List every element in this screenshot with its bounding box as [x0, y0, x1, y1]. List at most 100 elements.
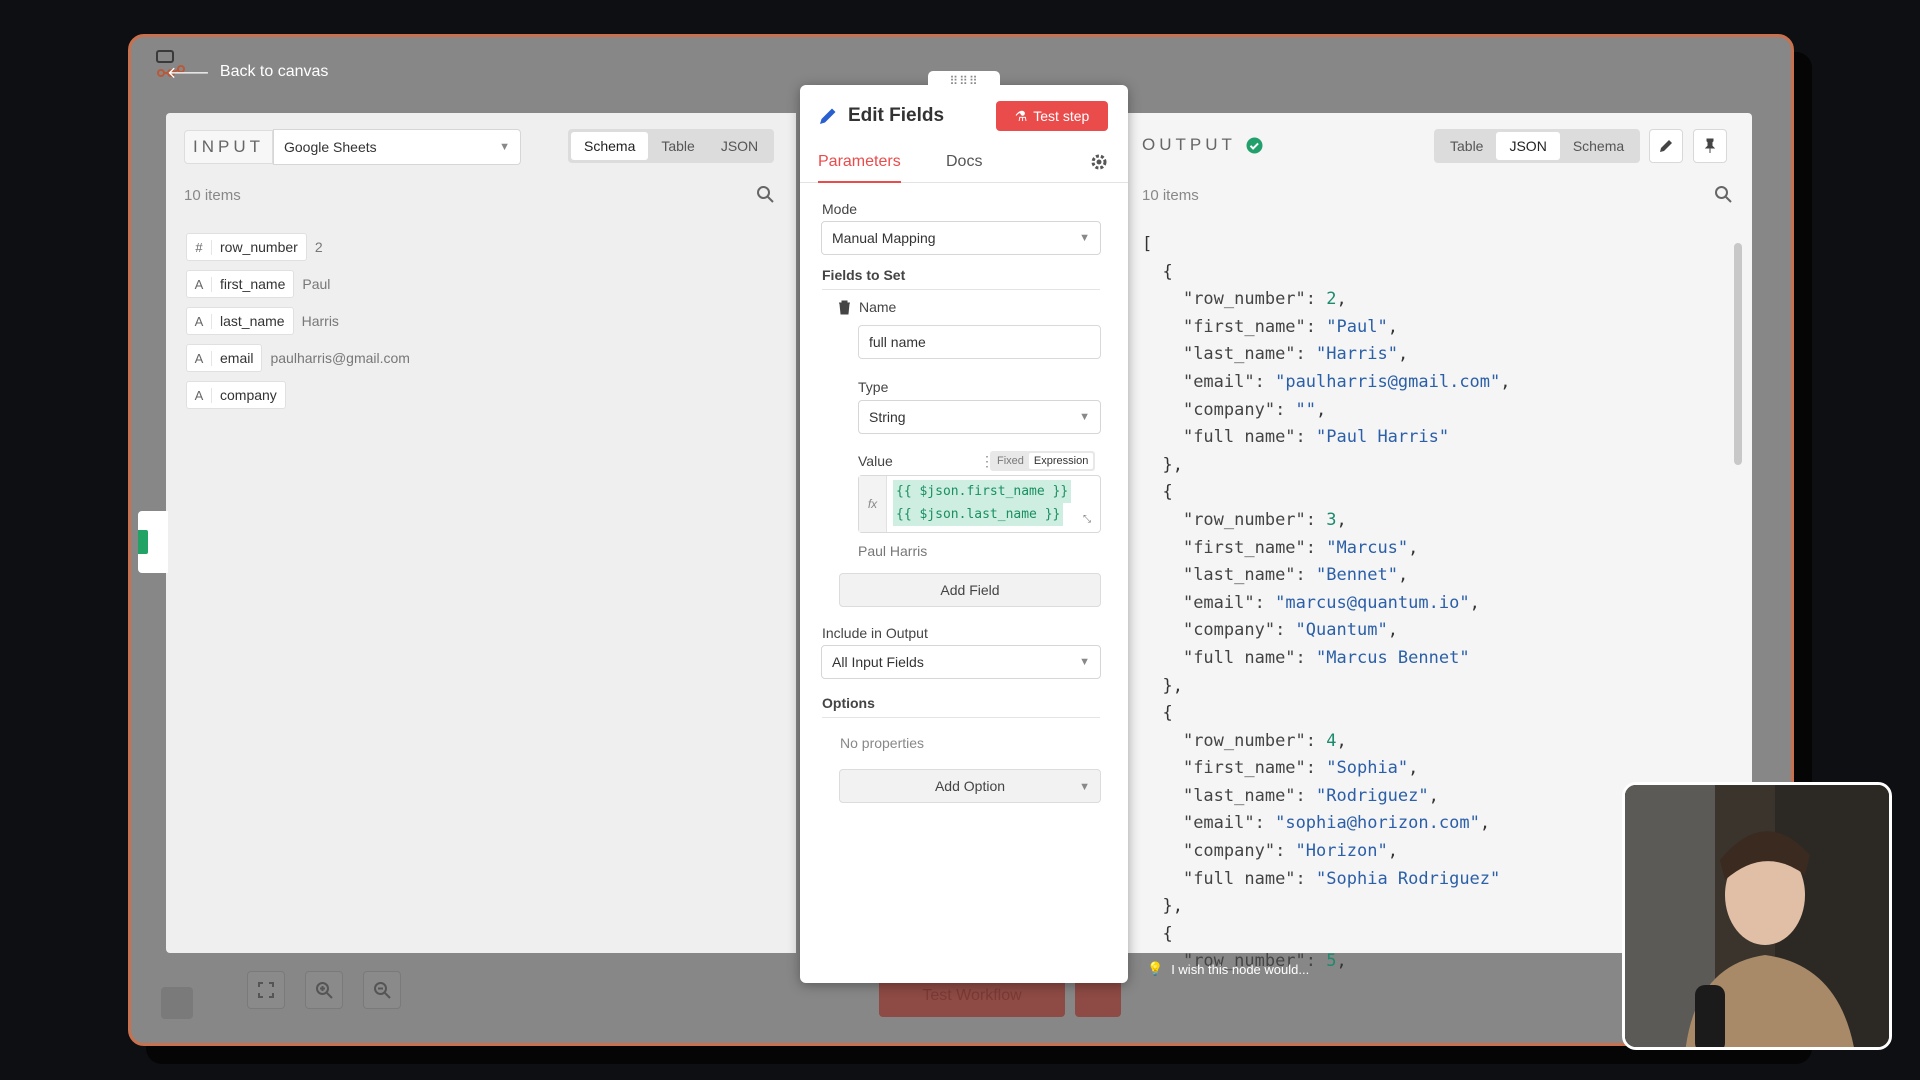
output-view-schema[interactable]: Schema [1560, 132, 1637, 160]
zoom-out-icon[interactable] [363, 971, 401, 1009]
schema-row[interactable]: Afirst_name Paul [186, 270, 330, 298]
lightbulb-icon: 💡 [1147, 961, 1164, 976]
edit-fields-panel: ⠿⠿⠿ Edit Fields ⚗ Test step Parameters D… [800, 71, 1128, 983]
fixed-option[interactable]: Fixed [992, 453, 1029, 469]
output-search-icon[interactable] [1714, 185, 1732, 208]
json-value: Paul [1336, 316, 1378, 337]
input-header: INPUT Google Sheets ▼ [184, 129, 521, 165]
string-type-icon: A [187, 276, 212, 292]
json-value: Rodriguez [1326, 785, 1419, 806]
zoom-in-icon[interactable] [305, 971, 343, 1009]
schema-field-name: last_name [220, 313, 285, 329]
back-to-canvas-link[interactable]: 🡐 Back to canvas [167, 57, 328, 87]
json-value: Quantum [1305, 620, 1378, 641]
output-scrollbar[interactable] [1734, 243, 1742, 465]
output-caption: OUTPUT [1142, 135, 1236, 154]
add-option-button[interactable]: Add Option ▼ [839, 769, 1101, 803]
schema-row[interactable]: Aemail paulharris@gmail.com [186, 344, 410, 372]
tab-docs[interactable]: Docs [946, 153, 982, 171]
schema-row[interactable]: Alast_name Harris [186, 307, 339, 335]
schema-field-value: Harris [301, 313, 339, 329]
test-workflow-label: Test Workflow [922, 987, 1022, 1004]
webcam-overlay [1622, 782, 1892, 1050]
output-header: OUTPUT [1142, 135, 1263, 155]
input-view-table[interactable]: Table [648, 132, 707, 160]
arrow-left-icon: 🡐 [167, 64, 210, 82]
type-label: Type [858, 379, 889, 395]
expression-preview: Paul Harris [858, 543, 928, 559]
json-output-view: [ { "row_number": 2, "first_name": "Paul… [1142, 234, 1511, 972]
json-value: Horizon [1305, 841, 1378, 862]
settings-gear-icon[interactable] [1090, 153, 1108, 176]
fields-to-set-label: Fields to Set [822, 267, 1100, 290]
chevron-down-icon: ▼ [1079, 781, 1090, 793]
edit-panel-header: Edit Fields [818, 105, 944, 127]
tab-parameters[interactable]: Parameters [818, 153, 901, 183]
input-caption: INPUT [193, 137, 264, 156]
type-value: String [869, 409, 906, 425]
avatar[interactable] [161, 987, 193, 1019]
schema-field-name: company [220, 387, 277, 403]
schema-field-name: email [220, 350, 254, 366]
fixed-expression-toggle: Fixed Expression [990, 451, 1096, 471]
expression-option[interactable]: Expression [1028, 453, 1094, 469]
json-value: Paul Harris [1326, 427, 1439, 448]
chevron-down-icon: ▼ [499, 141, 510, 153]
edit-output-button[interactable] [1649, 129, 1683, 163]
json-value: Sophia [1336, 758, 1398, 779]
pin-icon [1704, 138, 1716, 153]
schema-field-value: paulharris@gmail.com [270, 350, 410, 366]
schema-field-value: 2 [314, 239, 323, 255]
drag-handle-icon[interactable]: ⠿⠿⠿ [928, 71, 1000, 91]
number-type-icon: # [187, 239, 212, 255]
pencil-icon [820, 108, 836, 124]
string-type-icon: A [187, 313, 212, 329]
fit-view-icon[interactable] [247, 971, 285, 1009]
input-view-schema[interactable]: Schema [571, 132, 649, 160]
input-search-icon[interactable] [756, 185, 774, 208]
include-output-value: All Input Fields [832, 654, 924, 670]
json-value: Marcus [1336, 537, 1398, 558]
json-value: Sophia Rodriguez [1326, 868, 1491, 889]
output-view-json[interactable]: JSON [1496, 132, 1560, 160]
mode-select[interactable]: Manual Mapping ▼ [821, 221, 1101, 255]
expression-editor[interactable]: fx {{ $json.first_name }} {{ $json.last_… [858, 475, 1101, 533]
trash-icon[interactable] [838, 300, 851, 315]
feedback-link[interactable]: 💡 I wish this node would... [1147, 961, 1309, 977]
chevron-down-icon: ▼ [1079, 656, 1090, 668]
mode-value: Manual Mapping [832, 230, 936, 246]
json-value: paulharris@gmail.com [1285, 371, 1491, 392]
input-source-select[interactable]: Google Sheets ▼ [273, 129, 521, 165]
json-value: marcus@quantum.io [1285, 592, 1460, 613]
pin-output-button[interactable] [1693, 129, 1727, 163]
test-step-button[interactable]: ⚗ Test step [996, 101, 1108, 131]
type-select[interactable]: String ▼ [858, 400, 1101, 434]
schema-field-name: row_number [220, 239, 298, 255]
string-type-icon: A [187, 350, 212, 366]
schema-row[interactable]: # row_number 2 [186, 233, 323, 261]
zoom-controls [247, 971, 401, 1009]
input-item-count: 10 items [184, 187, 241, 204]
json-value: Bennet [1326, 565, 1388, 586]
app-window: 🡐 Back to canvas INPUT Google Sheets ▼ S… [128, 34, 1794, 1046]
add-option-label: Add Option [934, 778, 1006, 794]
feedback-text: I wish this node would... [1171, 961, 1310, 977]
back-to-canvas-label: Back to canvas [219, 63, 329, 80]
options-label: Options [822, 695, 1100, 718]
input-source-value: Google Sheets [284, 139, 377, 155]
input-view-json[interactable]: JSON [708, 132, 771, 160]
input-panel: INPUT Google Sheets ▼ Schema Table JSON … [166, 113, 796, 953]
name-label: Name [859, 299, 897, 315]
success-check-icon [1246, 137, 1263, 153]
output-view-table[interactable]: Table [1437, 132, 1496, 160]
sheets-icon [138, 530, 148, 554]
google-sheets-node-tab[interactable] [138, 511, 168, 573]
add-field-button[interactable]: Add Field [839, 573, 1101, 607]
expand-editor-icon[interactable]: ⤡ [1083, 514, 1091, 525]
output-item-count: 10 items [1142, 187, 1199, 204]
presenter-video [1625, 785, 1889, 1047]
schema-row[interactable]: Acompany [186, 381, 294, 409]
include-output-select[interactable]: All Input Fields ▼ [821, 645, 1101, 679]
edit-tabs: Parameters Docs [800, 145, 1128, 183]
field-name-input[interactable]: full name [858, 325, 1101, 359]
